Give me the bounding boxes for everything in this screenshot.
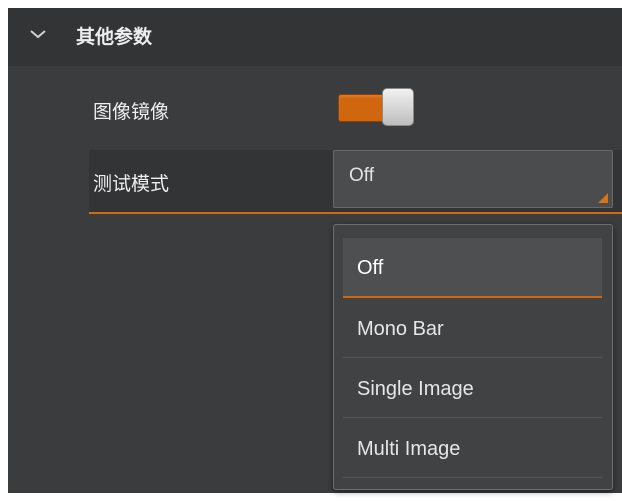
option-single-image[interactable]: Single Image (343, 359, 602, 418)
option-label: Mono Bar (357, 318, 444, 340)
image-mirror-toggle[interactable] (338, 88, 416, 126)
image-mirror-label: 图像镜像 (93, 102, 170, 123)
dropdown-corner-icon (598, 193, 608, 203)
chevron-down-icon[interactable] (28, 24, 48, 44)
option-label: Single Image (357, 378, 474, 400)
toggle-knob[interactable] (382, 88, 414, 126)
option-label: Multi Image (357, 438, 461, 460)
option-label: Off (357, 257, 384, 279)
parameter-panel: 其他参数 图像镜像 测试模式 Off Off Mono Bar Single I… (8, 8, 622, 493)
option-mono-bar[interactable]: Mono Bar (343, 299, 602, 358)
test-mode-value: Off (349, 165, 374, 186)
section-title: 其他参数 (76, 27, 153, 48)
test-mode-dropdown-list: Off Mono Bar Single Image Multi Image (333, 224, 613, 490)
option-off[interactable]: Off (343, 238, 602, 298)
section-header[interactable]: 其他参数 (8, 8, 622, 66)
test-mode-label: 测试模式 (93, 174, 170, 195)
test-mode-select[interactable]: Off (333, 150, 613, 208)
option-multi-image[interactable]: Multi Image (343, 419, 602, 478)
